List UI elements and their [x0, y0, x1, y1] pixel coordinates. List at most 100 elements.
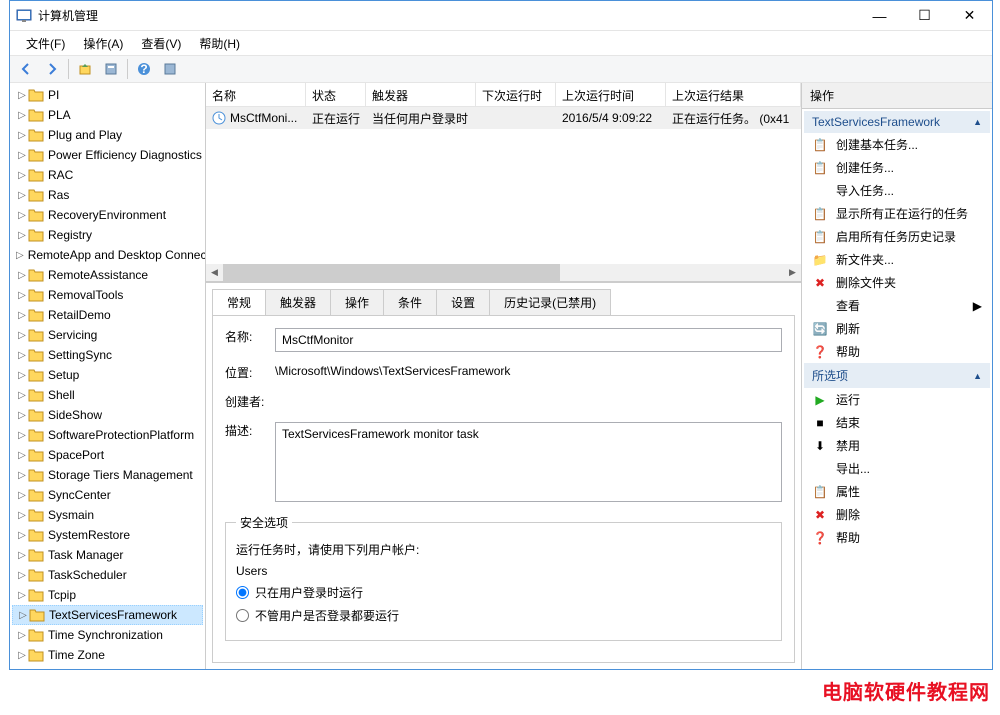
minimize-button[interactable]: — [857, 1, 902, 30]
tree-item[interactable]: ▷Time Zone [12, 645, 203, 665]
menu-file[interactable]: 文件(F) [18, 33, 73, 54]
expand-icon[interactable]: ▷ [16, 130, 28, 141]
col-lastresult[interactable]: 上次运行结果 [666, 83, 801, 106]
tree-item[interactable]: ▷SoftwareProtectionPlatform [12, 425, 203, 445]
expand-icon[interactable]: ▷ [16, 110, 28, 121]
expand-icon[interactable]: ▷ [16, 270, 28, 281]
action-item[interactable]: 🔄刷新 [804, 317, 990, 340]
expand-icon[interactable]: ▷ [16, 170, 28, 181]
up-button[interactable] [73, 57, 97, 81]
tree-item[interactable]: ▷RemovalTools [12, 285, 203, 305]
action-item[interactable]: ■结束 [804, 411, 990, 434]
tree-item[interactable]: ▷SettingSync [12, 345, 203, 365]
col-status[interactable]: 状态 [306, 83, 366, 106]
tree-item[interactable]: ▷TextServicesFramework [12, 605, 203, 625]
tree-item[interactable]: ▷Storage Tiers Management [12, 465, 203, 485]
tree-item[interactable]: ▷TaskScheduler [12, 565, 203, 585]
radio-any[interactable] [236, 609, 249, 622]
view-button[interactable] [158, 57, 182, 81]
expand-icon[interactable]: ▷ [16, 390, 28, 401]
expand-icon[interactable]: ▷ [16, 590, 28, 601]
col-triggers[interactable]: 触发器 [366, 83, 476, 106]
tree-item[interactable]: ▷RAC [12, 165, 203, 185]
tree-item[interactable]: ▷RecoveryEnvironment [12, 205, 203, 225]
expand-icon[interactable]: ▷ [16, 650, 28, 661]
tree-item[interactable]: ▷Time Synchronization [12, 625, 203, 645]
tree-item[interactable]: ▷Sysmain [12, 505, 203, 525]
expand-icon[interactable]: ▷ [16, 350, 28, 361]
tree-item[interactable]: ▷Task Manager [12, 545, 203, 565]
tree-item[interactable]: ▷Shell [12, 385, 203, 405]
tree-item[interactable]: ▷Ras [12, 185, 203, 205]
radio-logged-on[interactable] [236, 586, 249, 599]
action-item[interactable]: ⬇禁用 [804, 434, 990, 457]
expand-icon[interactable]: ▷ [16, 250, 24, 261]
back-button[interactable] [14, 57, 38, 81]
expand-icon[interactable]: ▷ [16, 90, 28, 101]
action-item[interactable]: 导出... [804, 457, 990, 480]
action-item[interactable]: ❓帮助 [804, 340, 990, 363]
close-button[interactable]: ✕ [947, 1, 992, 30]
horizontal-scrollbar[interactable]: ◀▶ [206, 264, 801, 281]
expand-icon[interactable]: ▷ [16, 290, 28, 301]
expand-icon[interactable]: ▷ [16, 150, 28, 161]
tab-conditions[interactable]: 条件 [383, 289, 437, 315]
tab-general[interactable]: 常规 [212, 289, 266, 315]
expand-icon[interactable]: ▷ [16, 230, 28, 241]
menu-view[interactable]: 查看(V) [133, 33, 189, 54]
tab-actions[interactable]: 操作 [330, 289, 384, 315]
tree-item[interactable]: ▷Servicing [12, 325, 203, 345]
expand-icon[interactable]: ▷ [16, 330, 28, 341]
tree-item[interactable]: ▷Tcpip [12, 585, 203, 605]
action-item[interactable]: ✖删除文件夹 [804, 271, 990, 294]
tree-item[interactable]: ▷RemoteAssistance [12, 265, 203, 285]
expand-icon[interactable]: ▷ [16, 470, 28, 481]
tree-item[interactable]: ▷RemoteApp and Desktop Connections [12, 245, 203, 265]
tree-item[interactable]: ▷Setup [12, 365, 203, 385]
expand-icon[interactable]: ▷ [16, 530, 28, 541]
action-item[interactable]: 📋创建基本任务... [804, 133, 990, 156]
tree-item[interactable]: ▷SystemRestore [12, 525, 203, 545]
action-item[interactable]: 📋属性 [804, 480, 990, 503]
task-row[interactable]: MsCtfMoni... 正在运行 当任何用户登录时 2016/5/4 9:09… [206, 107, 801, 129]
expand-icon[interactable]: ▷ [16, 570, 28, 581]
col-name[interactable]: 名称 [206, 83, 306, 106]
expand-icon[interactable]: ▷ [16, 490, 28, 501]
col-nextrun[interactable]: 下次运行时间 [476, 83, 556, 106]
expand-icon[interactable]: ▷ [16, 410, 28, 421]
tree-item[interactable]: ▷Plug and Play [12, 125, 203, 145]
maximize-button[interactable]: ☐ [902, 1, 947, 30]
expand-icon[interactable]: ▷ [16, 210, 28, 221]
action-item[interactable]: ▶运行 [804, 388, 990, 411]
menu-help[interactable]: 帮助(H) [191, 33, 248, 54]
expand-icon[interactable]: ▷ [16, 190, 28, 201]
menu-action[interactable]: 操作(A) [75, 33, 131, 54]
tree-panel[interactable]: ▷PI▷PLA▷Plug and Play▷Power Efficiency D… [10, 83, 206, 669]
tree-item[interactable]: ▷PLA [12, 105, 203, 125]
expand-icon[interactable]: ▷ [16, 630, 28, 641]
tab-settings[interactable]: 设置 [436, 289, 490, 315]
action-item[interactable]: 📁新文件夹... [804, 248, 990, 271]
action-section-title-2[interactable]: 所选项▲ [804, 363, 990, 388]
expand-icon[interactable]: ▷ [16, 430, 28, 441]
action-item[interactable]: ❓帮助 [804, 526, 990, 549]
help-button[interactable]: ? [132, 57, 156, 81]
expand-icon[interactable]: ▷ [16, 550, 28, 561]
forward-button[interactable] [40, 57, 64, 81]
tree-item[interactable]: ▷RetailDemo [12, 305, 203, 325]
action-item[interactable]: ✖删除 [804, 503, 990, 526]
tree-item[interactable]: ▷SideShow [12, 405, 203, 425]
properties-button[interactable] [99, 57, 123, 81]
tree-item[interactable]: ▷SyncCenter [12, 485, 203, 505]
tab-history[interactable]: 历史记录(已禁用) [489, 289, 611, 315]
tree-item[interactable]: ▷Power Efficiency Diagnostics [12, 145, 203, 165]
action-item[interactable]: 📋显示所有正在运行的任务 [804, 202, 990, 225]
expand-icon[interactable]: ▷ [16, 450, 28, 461]
action-item[interactable]: 📋创建任务... [804, 156, 990, 179]
expand-icon[interactable]: ▷ [16, 510, 28, 521]
action-section-title[interactable]: TextServicesFramework▲ [804, 111, 990, 133]
action-item[interactable]: 📋启用所有任务历史记录 [804, 225, 990, 248]
expand-icon[interactable]: ▷ [16, 370, 28, 381]
tree-item[interactable]: ▷PI [12, 85, 203, 105]
action-item[interactable]: 查看▶ [804, 294, 990, 317]
